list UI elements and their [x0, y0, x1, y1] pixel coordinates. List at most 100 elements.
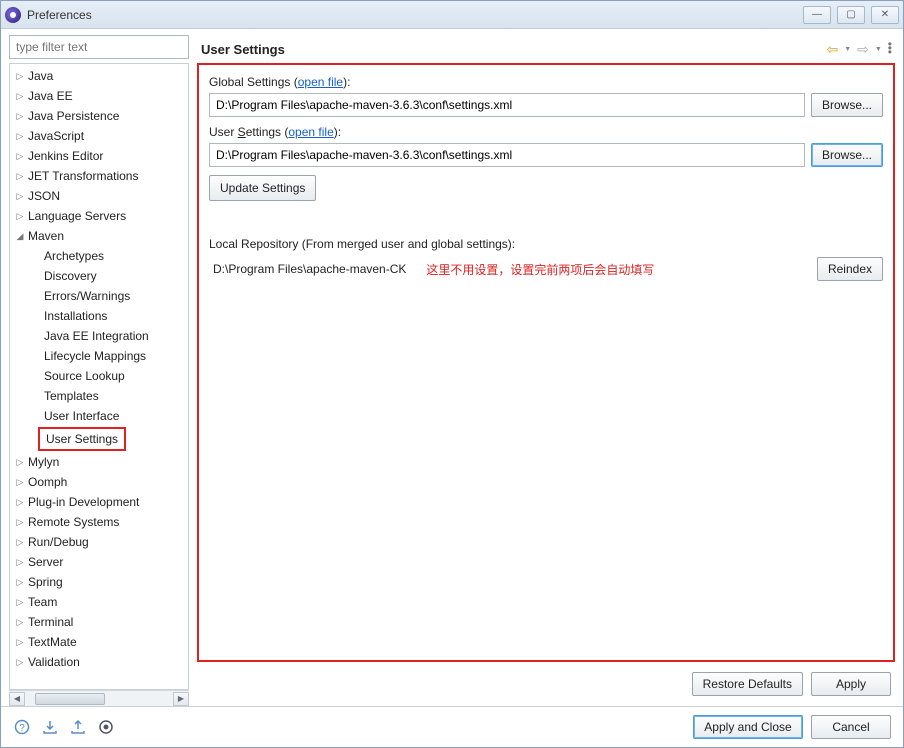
tree-item[interactable]: ▷Java: [10, 66, 188, 86]
tree-item[interactable]: Source Lookup: [10, 366, 188, 386]
expand-icon-closed[interactable]: ▷: [14, 633, 26, 651]
expand-icon-closed[interactable]: ▷: [14, 107, 26, 125]
tree-item[interactable]: ▷Plug-in Development: [10, 492, 188, 512]
expand-icon-closed[interactable]: ▷: [14, 87, 26, 105]
expand-icon-closed[interactable]: ▷: [14, 613, 26, 631]
tree-item-label: Jenkins Editor: [28, 147, 103, 165]
preferences-tree[interactable]: ▷Java▷Java EE▷Java Persistence▷JavaScrip…: [9, 63, 189, 690]
reindex-button[interactable]: Reindex: [817, 257, 883, 281]
expand-icon-closed[interactable]: ▷: [14, 207, 26, 225]
local-repository-path: D:\Program Files\apache-maven-CK 这里不用设置，…: [209, 257, 811, 281]
tree-item[interactable]: Templates: [10, 386, 188, 406]
user-settings-input[interactable]: [209, 143, 805, 167]
global-browse-button[interactable]: Browse...: [811, 93, 883, 117]
tree-item[interactable]: ▷Oomph: [10, 472, 188, 492]
global-settings-input[interactable]: [209, 93, 805, 117]
expand-icon-closed[interactable]: ▷: [14, 473, 26, 491]
filter-input[interactable]: [9, 35, 189, 59]
expand-icon-closed[interactable]: ▷: [14, 453, 26, 471]
close-button[interactable]: ✕: [871, 6, 899, 24]
expand-icon-closed[interactable]: ▷: [14, 593, 26, 611]
tree-item-label: Archetypes: [44, 247, 104, 265]
user-browse-button[interactable]: Browse...: [811, 143, 883, 167]
tree-item-label: Java: [28, 67, 53, 85]
tree-item[interactable]: ▷Mylyn: [10, 452, 188, 472]
restore-defaults-button[interactable]: Restore Defaults: [692, 672, 803, 696]
scroll-right-arrow[interactable]: ▶: [173, 692, 189, 706]
tree-item[interactable]: ▷Server: [10, 552, 188, 572]
tree-item[interactable]: ▷Team: [10, 592, 188, 612]
import-icon[interactable]: [41, 718, 59, 736]
scroll-thumb[interactable]: [35, 693, 105, 705]
cancel-button[interactable]: Cancel: [811, 715, 891, 739]
global-settings-label-suffix: ):: [343, 75, 350, 89]
tree-item[interactable]: Archetypes: [10, 246, 188, 266]
tree-item[interactable]: ▷TextMate: [10, 632, 188, 652]
tree-item-label: Java EE: [28, 87, 73, 105]
global-settings-row: Global Settings (open file): Browse...: [209, 75, 883, 117]
tree-item[interactable]: ▷Jenkins Editor: [10, 146, 188, 166]
minimize-button[interactable]: —: [803, 6, 831, 24]
nav-forward-dropdown-icon[interactable]: ▼: [875, 46, 882, 53]
tree-item[interactable]: ▷Java Persistence: [10, 106, 188, 126]
scroll-left-arrow[interactable]: ◀: [9, 692, 25, 706]
local-repository-value: D:\Program Files\apache-maven-CK: [213, 262, 406, 276]
tree-item[interactable]: Discovery: [10, 266, 188, 286]
tree-item[interactable]: Java EE Integration: [10, 326, 188, 346]
help-icon[interactable]: ?: [13, 718, 31, 736]
export-icon[interactable]: [69, 718, 87, 736]
tree-item[interactable]: ▷Spring: [10, 572, 188, 592]
expand-icon-closed[interactable]: ▷: [14, 493, 26, 511]
tree-item[interactable]: ▷JSON: [10, 186, 188, 206]
tree-item-label: Maven: [28, 227, 64, 245]
tree-item[interactable]: ▷Java EE: [10, 86, 188, 106]
apply-and-close-button[interactable]: Apply and Close: [693, 715, 803, 739]
expand-icon-closed[interactable]: ▷: [14, 167, 26, 185]
global-settings-open-link[interactable]: open file: [298, 75, 343, 89]
update-settings-button[interactable]: Update Settings: [209, 175, 316, 201]
nav-back-dropdown-icon[interactable]: ▼: [844, 46, 851, 53]
tree-item[interactable]: ◢Maven: [10, 226, 188, 246]
tree-item[interactable]: Lifecycle Mappings: [10, 346, 188, 366]
apply-button[interactable]: Apply: [811, 672, 891, 696]
tree-item[interactable]: ▷Run/Debug: [10, 532, 188, 552]
titlebar: Preferences — ▢ ✕: [1, 1, 903, 29]
expand-icon-closed[interactable]: ▷: [14, 187, 26, 205]
footer-left-icons: ?: [13, 718, 115, 736]
nav-forward-icon[interactable]: ⇨: [857, 41, 869, 58]
tree-item[interactable]: Errors/Warnings: [10, 286, 188, 306]
user-settings-open-link[interactable]: open file: [288, 125, 333, 139]
main-panel: User Settings ⇦ ▼ ⇨ ▼ ••• Global Setting…: [197, 35, 895, 706]
expand-icon-closed[interactable]: ▷: [14, 533, 26, 551]
expand-icon-closed[interactable]: ▷: [14, 653, 26, 671]
tree-item[interactable]: User Settings: [10, 426, 188, 452]
tree-item[interactable]: ▷Language Servers: [10, 206, 188, 226]
user-settings-label-suffix: ):: [334, 125, 341, 139]
main-footer: Restore Defaults Apply: [197, 662, 895, 706]
expand-icon-closed[interactable]: ▷: [14, 553, 26, 571]
target-icon[interactable]: [97, 718, 115, 736]
update-settings-row: Update Settings: [209, 175, 883, 201]
tree-item[interactable]: ▷Terminal: [10, 612, 188, 632]
tree-item[interactable]: ▷JavaScript: [10, 126, 188, 146]
local-repository-annotation: 这里不用设置，设置完前两项后会自动填写: [426, 261, 654, 278]
tree-item[interactable]: ▷Remote Systems: [10, 512, 188, 532]
tree-item-label: Oomph: [28, 473, 67, 491]
scroll-track[interactable]: [25, 692, 173, 706]
tree-item[interactable]: ▷Validation: [10, 652, 188, 672]
tree-item[interactable]: ▷JET Transformations: [10, 166, 188, 186]
maximize-button[interactable]: ▢: [837, 6, 865, 24]
expand-icon-closed[interactable]: ▷: [14, 127, 26, 145]
tree-horizontal-scrollbar[interactable]: ◀ ▶: [9, 690, 189, 706]
expand-icon-closed[interactable]: ▷: [14, 147, 26, 165]
nav-back-icon[interactable]: ⇦: [826, 41, 838, 58]
expand-icon-closed[interactable]: ▷: [14, 573, 26, 591]
tree-item[interactable]: Installations: [10, 306, 188, 326]
nav-icons: ⇦ ▼ ⇨ ▼ •••: [826, 41, 891, 58]
menu-icon[interactable]: •••: [888, 43, 891, 55]
expand-icon-closed[interactable]: ▷: [14, 67, 26, 85]
expand-icon-open[interactable]: ◢: [14, 227, 26, 245]
expand-icon-closed[interactable]: ▷: [14, 513, 26, 531]
user-settings-row: User Settings (open file): Browse...: [209, 125, 883, 167]
tree-item[interactable]: User Interface: [10, 406, 188, 426]
